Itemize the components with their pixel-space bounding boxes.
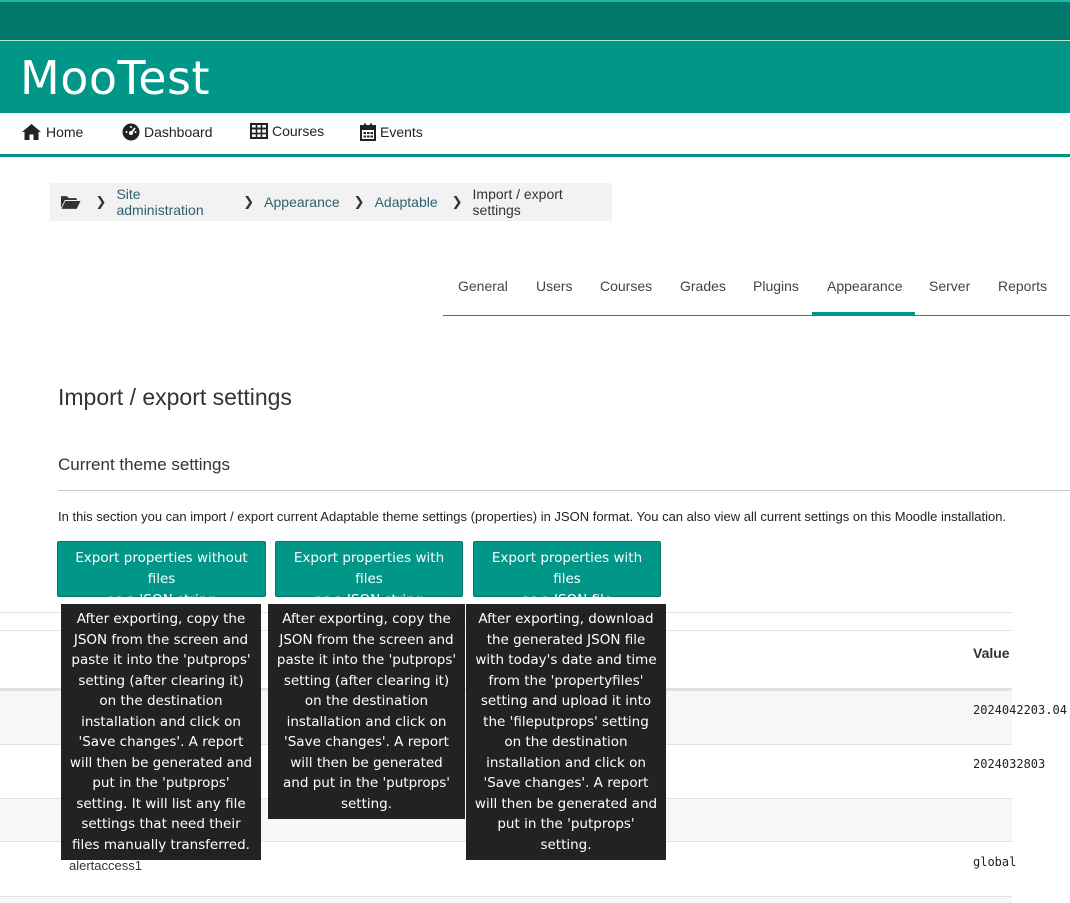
folder-open-icon[interactable] [60,194,82,210]
breadcrumb: ❯ Site administration ❯ Appearance ❯ Ada… [50,183,612,221]
table-header-value: Value [973,645,1010,661]
button-line: Export properties with files [491,550,643,587]
tab-server[interactable]: Server [929,278,970,294]
tab-plugins[interactable]: Plugins [753,278,799,294]
table-cell-value: 2024032803 [973,757,1046,771]
page-title: Import / export settings [58,384,292,410]
export-with-files-json-string-button[interactable]: Export properties with files as a JSON s… [275,541,463,608]
chevron-right-icon: ❯ [451,194,463,209]
export-with-files-json-file-button[interactable]: Export properties with files as a JSON f… [473,541,661,608]
button-line: Export properties with files [293,550,445,587]
breadcrumb-adaptable[interactable]: Adaptable [375,194,438,210]
site-name[interactable]: MooTest [20,55,210,101]
dashboard-icon [122,123,140,141]
tab-courses[interactable]: Courses [600,278,652,294]
home-icon [22,124,41,140]
tab-reports[interactable]: Reports [998,278,1047,294]
section-title: Current theme settings [58,455,230,474]
nav-home[interactable]: Home [21,123,83,141]
tooltip-export-without-files: After exporting, copy the JSON from the … [61,604,261,860]
nav-events[interactable]: Events [360,123,423,141]
chevron-right-icon: ❯ [95,194,107,209]
table-cell-value: global [973,855,1017,869]
tab-general[interactable]: General [458,278,508,294]
top-bar [0,0,1070,41]
table-cell-value: 2024042203.04 [973,703,1067,717]
active-tab-indicator [812,312,915,315]
nav-home-label: Home [46,124,84,140]
nav-dashboard[interactable]: Dashboard [122,123,213,141]
chevron-right-icon: ❯ [353,194,365,209]
nav-courses-label: Courses [272,123,325,139]
section-divider [58,490,1070,491]
calendar-icon [360,123,376,141]
breadcrumb-site-administration[interactable]: Site administration [116,186,229,218]
nav-events-label: Events [380,124,423,140]
chevron-right-icon: ❯ [243,194,255,209]
breadcrumb-current: Import / export settings [472,186,563,218]
tab-appearance[interactable]: Appearance [827,278,903,294]
export-without-files-json-string-button[interactable]: Export properties without files as a JSO… [57,541,266,608]
table-icon [250,123,268,139]
main-navigation: Home Dashboard Courses Events [0,113,1070,157]
site-header: MooTest [0,41,1070,113]
tab-users[interactable]: Users [536,278,573,294]
section-intro: In this section you can import / export … [58,509,1007,524]
nav-dashboard-label: Dashboard [144,124,213,140]
tooltip-export-with-files-file: After exporting, download the generated … [466,604,666,860]
tooltip-export-with-files-string: After exporting, copy the JSON from the … [268,604,465,819]
table-cell-name: alertaccess1 [69,858,142,873]
button-line: Export properties without files [75,550,248,587]
table-row [0,896,1012,903]
nav-courses[interactable]: Courses [250,123,324,139]
admin-tabs: General Users Courses Grades Plugins App… [443,268,1070,316]
breadcrumb-appearance[interactable]: Appearance [264,194,340,210]
tab-grades[interactable]: Grades [680,278,726,294]
